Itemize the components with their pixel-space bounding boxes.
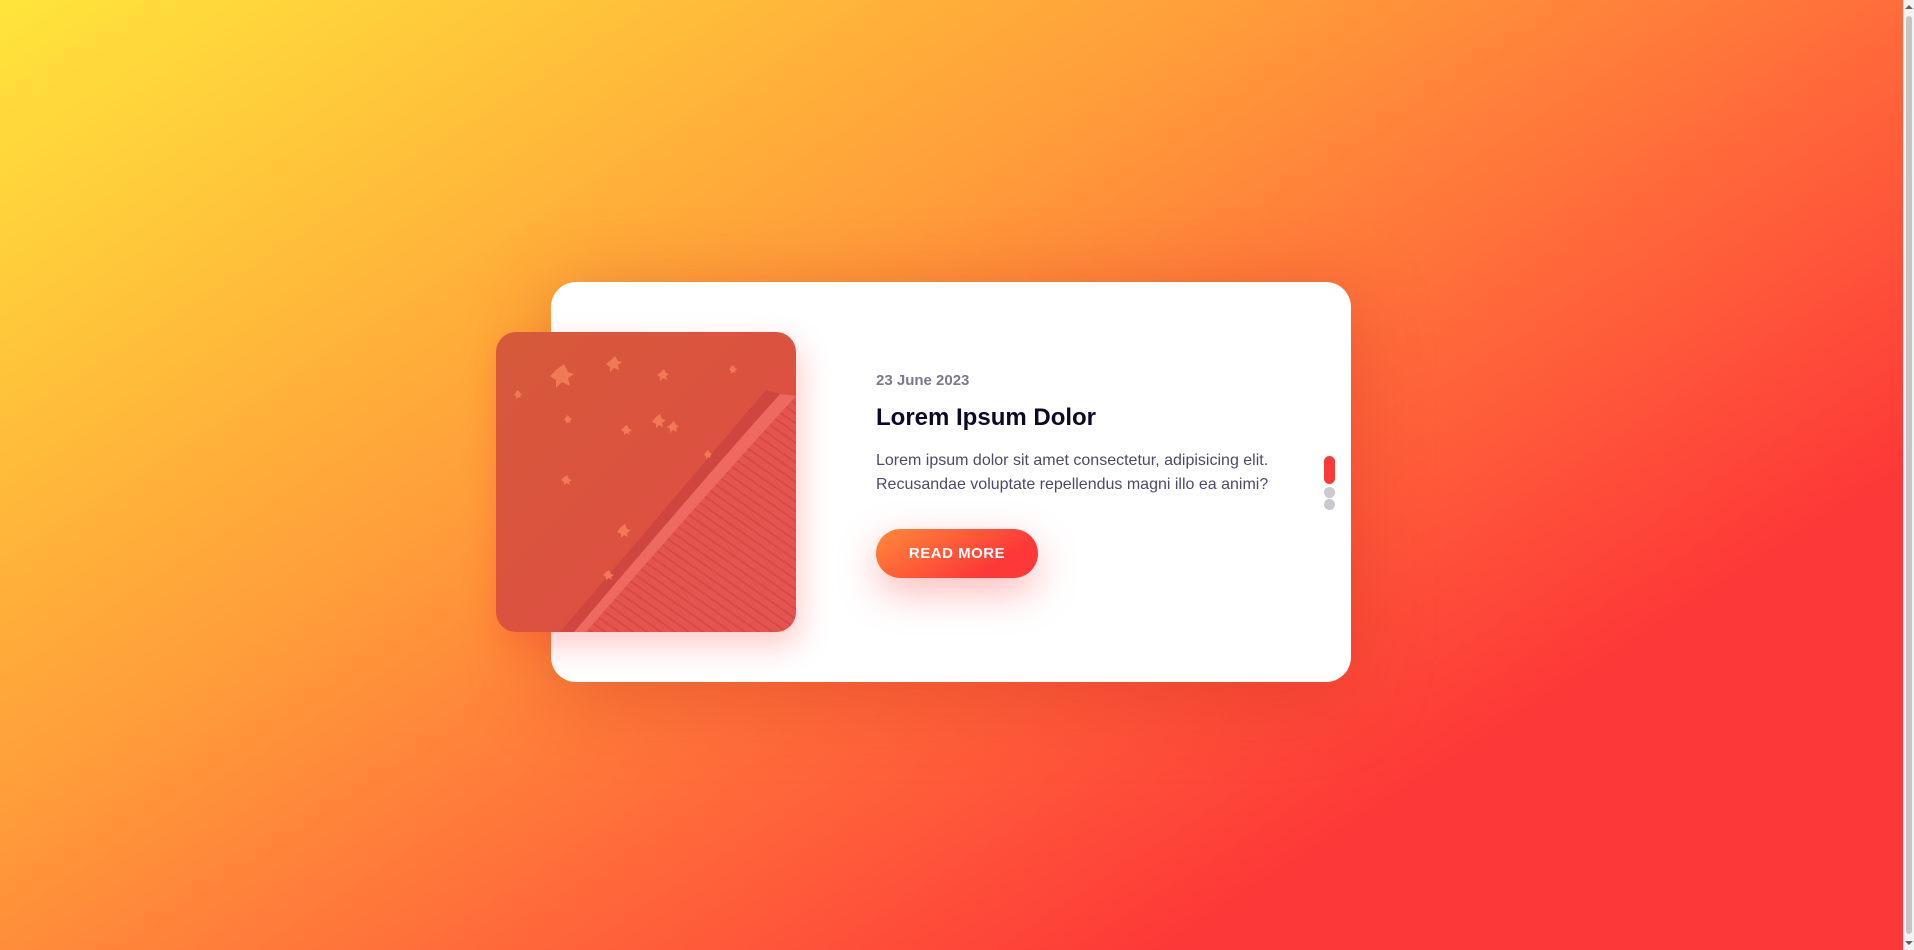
post-title: Lorem Ipsum Dolor xyxy=(876,404,1097,431)
pagination-dot-active[interactable] xyxy=(1324,456,1335,484)
caret-down-icon[interactable] xyxy=(1904,936,1914,950)
pagination-dot[interactable] xyxy=(1324,499,1335,510)
post-image xyxy=(496,332,796,632)
read-more-button[interactable]: READ MORE xyxy=(876,529,1038,579)
scrollbar-thumb[interactable] xyxy=(1906,16,1912,934)
slider-pagination xyxy=(1324,456,1335,511)
page-scrollbar[interactable] xyxy=(1903,0,1914,950)
post-date: 23 June 2023 xyxy=(876,372,970,389)
pagination-dot[interactable] xyxy=(1324,487,1335,498)
post-content: 23 June 2023 Lorem Ipsum Dolor Lorem ips… xyxy=(876,372,1316,579)
caret-up-icon[interactable] xyxy=(1904,0,1914,14)
post-text: Lorem ipsum dolor sit amet consectetur, … xyxy=(876,452,1269,494)
